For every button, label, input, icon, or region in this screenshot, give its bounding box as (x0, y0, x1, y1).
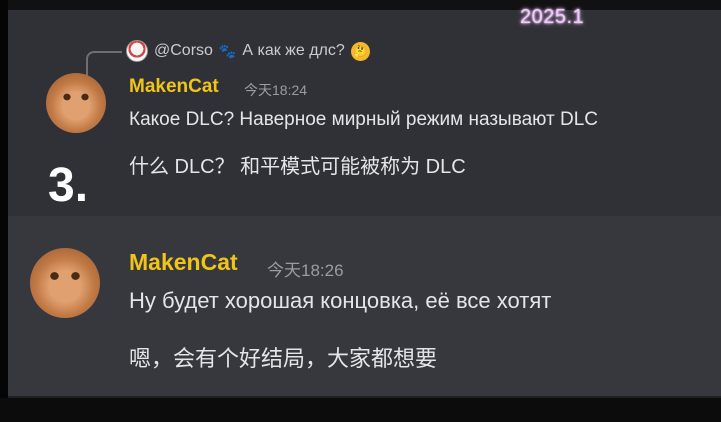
reply-author-avatar[interactable] (126, 40, 148, 62)
avatar[interactable] (46, 73, 106, 133)
avatar[interactable] (30, 248, 100, 318)
date-stamp: 2025.1 (520, 6, 585, 28)
bottom-bar (0, 398, 721, 422)
left-edge (0, 0, 8, 422)
reply-author[interactable]: @Corso (154, 42, 213, 60)
paw-icon: 🐾 (218, 42, 237, 59)
message-text-line: Какое DLC? Наверное мирный режим называю… (129, 109, 598, 130)
reply-connector-line (86, 51, 122, 79)
message-text-line: 嗯，会有个好结局，大家都想要 (129, 346, 438, 371)
thinking-face-icon: 🤔 (350, 41, 370, 61)
reply-text[interactable]: А как же длс? (242, 42, 344, 60)
top-bar (0, 0, 721, 10)
message-author[interactable]: MakenCat (129, 76, 219, 98)
message-timestamp: 今天18:26 (267, 261, 344, 280)
message-text-line: Ну будет хорошая концовка, её все хотят (129, 288, 552, 313)
message-timestamp: 今天18:24 (244, 82, 308, 98)
message-text-line: 什么 DLC？ 和平模式可能被称为 DLC (129, 156, 466, 178)
message-author[interactable]: MakenCat (129, 249, 238, 276)
overlay-number: 3. (48, 159, 89, 212)
reply-preview[interactable]: @Corso 🐾 А как же длс? 🤔 (126, 40, 370, 62)
